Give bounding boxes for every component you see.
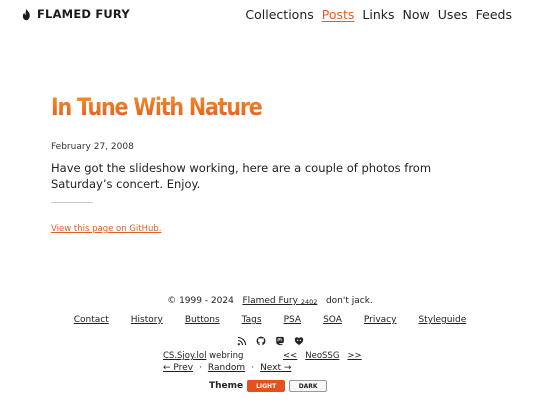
site-link-label: Flamed Fury [242,296,298,306]
page: FLAMED FURY Collections Posts Links Now … [0,0,540,405]
webring-random-link[interactable]: Random [208,363,245,373]
webring-site-link[interactable]: CS.Sjoy.lol [163,351,206,361]
nav-links[interactable]: Links [362,7,394,22]
footer-link-contact[interactable]: Contact [74,315,109,325]
webring-prev-link[interactable]: ← Prev [163,363,193,373]
github-link-line: View this page on GitHub. [51,224,491,234]
footer-link-tags[interactable]: Tags [242,315,262,325]
neossg-next-link[interactable]: >> [347,351,361,361]
footer-link-privacy[interactable]: Privacy [364,315,397,325]
neossg-prev-link[interactable]: << [283,351,297,361]
post-body: Have got the slideshow working, here are… [51,161,432,191]
neossg-webring: << NeoSSG >> [283,351,362,361]
neossg-link[interactable]: NeoSSG [305,351,339,361]
cs-sjoy-webring: CS.Sjoy.lol webring [163,351,283,361]
footer-link-buttons[interactable]: Buttons [185,315,220,325]
webring-separator: · [251,363,255,373]
footer-link-history[interactable]: History [131,315,163,325]
rss-icon[interactable] [237,336,247,346]
theme-label: Theme [209,381,244,391]
github-link[interactable]: View this page on GitHub [51,224,159,234]
webring-row-1: CS.Sjoy.lol webring << NeoSSG >> [163,351,383,361]
mastodon-icon[interactable] [275,336,285,346]
webrings: CS.Sjoy.lol webring << NeoSSG >> ← Prev … [163,351,383,373]
post-date: February 27, 2008 [51,142,134,152]
site-number: 2402 [300,298,318,306]
nav-now[interactable]: Now [403,7,430,22]
site-footer: © 1999 - 2024 Flamed Fury 2402 don't jac… [0,296,540,392]
brand-logo-link[interactable]: FLAMED FURY [20,7,130,21]
site-home-link[interactable]: Flamed Fury 2402 [242,296,317,306]
footer-link-psa[interactable]: PSA [284,315,301,325]
divider [51,202,93,203]
site-header: FLAMED FURY Collections Posts Links Now … [20,6,512,22]
theme-switcher: Theme LIGHT DARK [209,380,328,392]
footer-link-styleguide[interactable]: Styleguide [418,315,466,325]
heart-icon[interactable] [294,336,304,346]
copyright-text: © 1999 - 2024 [167,296,234,306]
webring-next-link[interactable]: Next → [260,363,291,373]
main-nav: Collections Posts Links Now Uses Feeds [245,7,512,22]
webring-label: webring [209,351,244,361]
tagline: don't jack. [325,296,373,306]
theme-dark-button[interactable]: DARK [289,380,328,392]
nav-uses[interactable]: Uses [438,7,468,22]
brand-name: FLAMED FURY [37,7,130,21]
post-article: In Tune With Nature February 27, 2008 Ha… [51,90,491,234]
nav-posts[interactable]: Posts [322,7,355,22]
footer-link-soa[interactable]: SOA [323,315,342,325]
post-title: In Tune With Nature [51,90,429,124]
theme-light-button[interactable]: LIGHT [247,380,286,392]
copyright-line: © 1999 - 2024 Flamed Fury 2402 don't jac… [0,296,540,306]
social-icons [0,336,540,346]
flame-icon [22,8,30,20]
webring-nav: ← Prev · Random · Next → [163,363,383,373]
nav-feeds[interactable]: Feeds [476,7,512,22]
nav-collections[interactable]: Collections [245,7,313,22]
github-icon[interactable] [256,336,266,346]
webring-separator: · [199,363,202,373]
footer-links: Contact History Buttons Tags PSA SOA Pri… [0,315,540,325]
github-link-period: . [158,224,162,234]
